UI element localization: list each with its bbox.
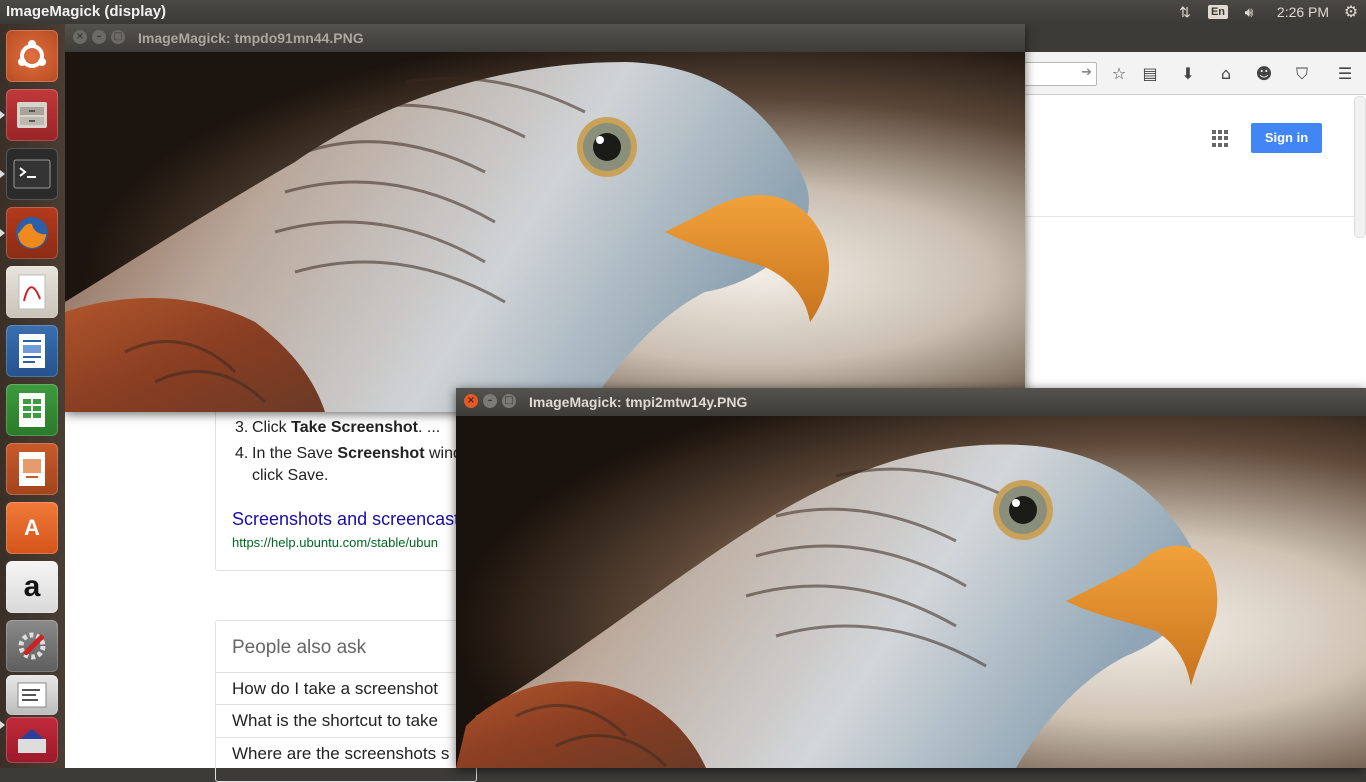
hello-icon[interactable]: ☻ [1253,64,1275,84]
window-titlebar[interactable]: × – □ ImageMagick: tmpdo91mn44.PNG [65,24,1025,52]
running-indicator [0,721,5,729]
header-divider [1024,216,1354,217]
imagemagick-window-front[interactable]: × – □ ImageMagick: tmpi2mtw14y.PNG [456,388,1366,768]
paa-question[interactable]: How do I take a screenshot [216,672,476,704]
pocket-icon[interactable]: ⛉ [1291,64,1313,84]
result-link[interactable]: Screenshots and screencast [232,509,459,530]
go-arrow-icon[interactable]: ➔ [1081,65,1092,80]
software-center-glyph: A [24,515,40,540]
menu-icon[interactable]: ☰ [1334,64,1356,84]
reading-list-icon[interactable]: ▤ [1139,64,1161,84]
pdf-viewer-icon[interactable] [6,266,58,318]
top-panel: ImageMagick (display) ⇅ En 🔊︎ 2:26 PM ⚙ [0,0,1366,24]
minimize-icon[interactable]: – [92,30,106,44]
window-title: ImageMagick: tmpdo91mn44.PNG [138,30,364,46]
amazon-glyph: a [23,570,41,603]
text-editor-icon[interactable] [6,675,58,715]
step-text: . ... [417,419,441,436]
step-text: Click [252,419,292,436]
network-icon[interactable]: ⇅ [1174,2,1196,22]
bookmark-star-icon[interactable]: ☆ [1108,64,1130,84]
shopping-bag-icon[interactable]: A [6,502,58,554]
step-bold-text: Screenshot [337,445,425,462]
file-cabinet-icon[interactable] [6,89,58,141]
terminal-icon[interactable] [6,148,58,200]
volume-icon[interactable]: 🔊︎ [1238,2,1260,22]
paa-title: People also ask [232,637,367,658]
people-also-ask: People also ask How do I take a screensh… [215,620,477,782]
search-results: 3. Click Take Screenshot. ... 4. In the Sa… [65,388,477,782]
browser-window: ➔ ☆ ▤ ⬇ ⌂ ☻ ⛉ ☰ Sign in [1024,52,1366,388]
imagemagick-window-back[interactable]: × – □ ImageMagick: tmpdo91mn44.PNG [65,24,1025,412]
close-icon[interactable]: × [73,30,87,44]
launcher: A a [0,24,65,768]
imagemagick-icon[interactable] [6,717,58,763]
calc-icon[interactable] [6,384,58,436]
impress-icon[interactable] [6,443,58,495]
close-icon[interactable]: × [464,394,478,408]
step-number: 4. [235,445,249,462]
url-field[interactable]: ➔ [1024,62,1097,86]
apps-grid-icon[interactable] [1212,130,1229,147]
window-title: ImageMagick: tmpi2mtw14y.PNG [529,394,748,410]
writer-icon[interactable] [6,325,58,377]
home-icon[interactable]: ⌂ [1215,64,1237,84]
firefox-icon[interactable] [6,207,58,259]
sign-in-button[interactable]: Sign in [1251,123,1322,153]
eagle-image [456,416,1366,768]
step-item: 3. Click Take Screenshot. ... [235,419,440,437]
window-titlebar[interactable]: × – □ ImageMagick: tmpi2mtw14y.PNG [456,388,1366,416]
wrench-gear-icon[interactable] [6,620,58,672]
clock[interactable]: 2:26 PM [1272,2,1334,22]
maximize-icon[interactable]: □ [111,30,125,44]
step-text: In the Save [252,445,338,462]
running-indicator [0,111,5,119]
result-url: https://help.ubuntu.com/stable/ubun [232,535,438,550]
step-continuation: click Save. [252,467,329,484]
paa-question[interactable]: What is the shortcut to take [216,704,476,736]
amazon-icon[interactable]: a [6,561,58,613]
running-indicator [0,170,5,178]
browser-scrollbar[interactable] [1354,96,1366,238]
browser-toolbar: ➔ ☆ ▤ ⬇ ⌂ ☻ ⛉ ☰ [1024,52,1366,95]
keyboard-indicator[interactable]: En [1207,2,1229,22]
running-indicator [0,229,5,237]
eagle-image [65,52,1025,412]
active-app-title: ImageMagick (display) [6,3,167,20]
step-bold-text: Take Screenshot [291,419,418,436]
maximize-icon[interactable]: □ [502,394,516,408]
paa-question[interactable]: Where are the screenshots s [216,737,476,769]
minimize-icon[interactable]: – [483,394,497,408]
step-item: 4. In the Save Screenshot wind [235,445,462,463]
ubuntu-logo-icon[interactable] [6,30,58,82]
settings-icon[interactable]: ⚙ [1340,2,1362,22]
download-icon[interactable]: ⬇ [1177,64,1199,84]
keyboard-layout-label: En [1207,5,1229,19]
step-number: 3. [235,419,249,436]
